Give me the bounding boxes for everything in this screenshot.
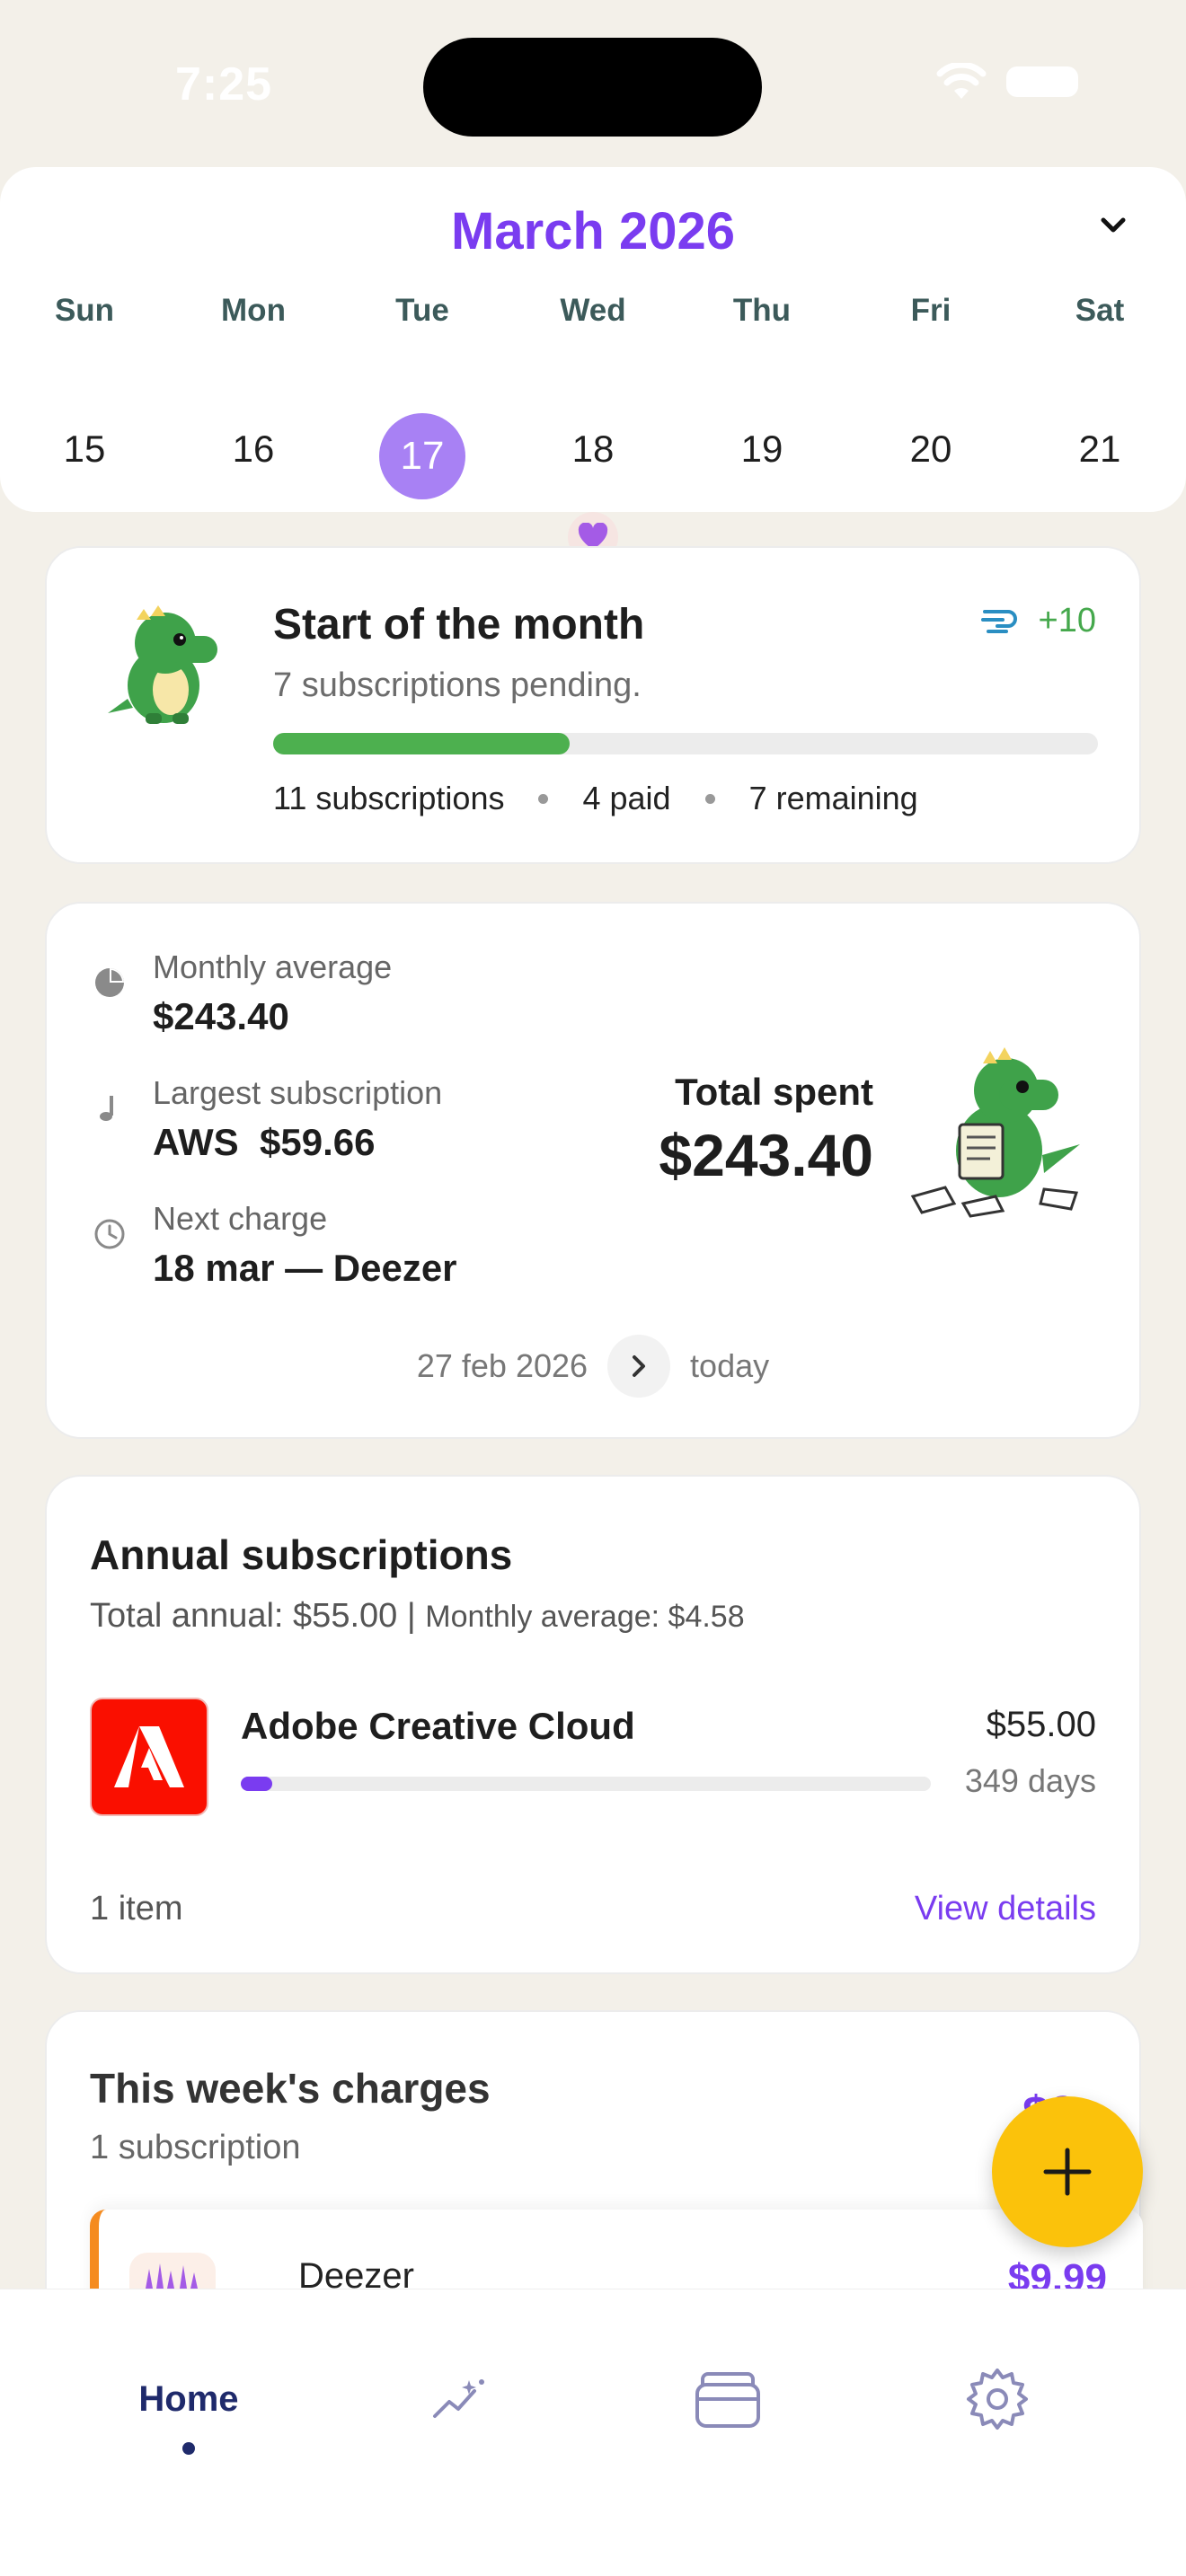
dinosaur-illustration [108,605,217,724]
pie-chart-icon [95,968,124,997]
weekday-sat: Sat [1075,293,1125,328]
subscription-name[interactable]: Adobe Creative Cloud [241,1705,635,1748]
annual-separator: | [406,1597,416,1635]
range-next-button[interactable] [607,1335,671,1398]
spending-summary-card: Monthly average $243.40 Largest subscrip… [45,902,1141,1439]
annual-subscriptions-card: Annual subscriptions Total annual: $55.0… [45,1475,1141,1974]
battery-icon [1006,66,1078,97]
tab-wallet[interactable] [656,2354,800,2444]
day-18[interactable]: 18 [539,428,647,471]
monthly-average-label: Monthly average [153,948,393,985]
week-subtitle: 1 subscription [90,2129,301,2166]
range-end: today [690,1347,770,1384]
weekday-mon: Mon [221,293,286,328]
active-tab-indicator [182,2442,195,2455]
adobe-logo [90,1698,208,1816]
subscription-price: $55.00 [986,1705,1096,1744]
largest-subscription-value: AWS $59.66 [153,1121,376,1163]
dinosaur-reading-illustration [910,1047,1080,1218]
chevron-right-icon [633,1355,646,1377]
annual-title: Annual subscriptions [90,1531,513,1578]
add-subscription-button[interactable] [992,2096,1143,2247]
week-title: This week's charges [90,2065,491,2112]
renewal-progress-bar [241,1777,931,1791]
days-remaining: 349 days [964,1762,1096,1799]
monthly-average-value: $243.40 [153,995,289,1037]
annual-summary: Total annual: $55.00 | Monthly average: … [90,1597,745,1636]
total-spent-value: $243.40 [659,1122,873,1188]
dynamic-island [423,38,762,137]
weekday-fri: Fri [910,293,951,328]
date-range: 27 feb 2026 today [47,1335,1139,1398]
day-17-selected[interactable]: 17 [379,413,465,499]
day-16[interactable]: 16 [199,428,307,471]
range-start: 27 feb 2026 [416,1347,589,1384]
speed-lines-icon [980,609,1017,633]
day-21[interactable]: 21 [1046,428,1154,471]
paid-count: 4 paid [582,780,671,816]
points-badge[interactable]: +10 [980,602,1096,640]
monthly-average-stat: Monthly average $243.40 [92,948,392,1038]
largest-subscription-stat: Largest subscription AWS $59.66 [92,1074,442,1164]
week-calendar: March 2026 Sun Mon Tue Wed Thu Fri Sat 1… [0,167,1186,562]
wallet-icon [695,2372,760,2428]
tab-bar: Home [0,2289,1186,2576]
remaining-count: 7 remaining [748,780,918,816]
progress-bar [273,733,1098,754]
music-note-icon [100,1096,113,1121]
day-20[interactable]: 20 [877,428,985,471]
item-count: 1 item [90,1890,183,1928]
tab-stats[interactable] [386,2354,530,2444]
separator-dot [704,793,715,804]
separator-dot [538,793,549,804]
day-19[interactable]: 19 [708,428,816,471]
app-screen: 7:25 March 2026 Sun Mon Tue Wed Thu Fri … [0,0,1186,2576]
tab-settings[interactable] [925,2354,1069,2444]
clock-icon [94,1219,125,1249]
next-charge-label: Next charge [153,1200,328,1237]
weekday-thu: Thu [732,293,792,328]
month-progress-card: Start of the month 7 subscriptions pendi… [45,546,1141,864]
plus-icon [1043,2148,1092,2196]
progress-subtitle: 7 subscriptions pending. [273,666,642,704]
status-icons [936,63,1078,101]
weekday-tue: Tue [395,293,449,328]
next-charge-stat: Next charge 18 mar — Deezer [92,1200,457,1290]
sparkle-chart-icon [433,2379,484,2418]
gear-icon [967,2369,1028,2430]
view-details-link[interactable]: View details [915,1890,1096,1928]
status-time: 7:25 [175,58,273,110]
adobe-icon [114,1726,184,1787]
month-title[interactable]: March 2026 [0,201,1186,261]
wifi-icon [936,63,987,99]
progress-stats: 11 subscriptions 4 paid 7 remaining [273,780,918,817]
renewal-progress-fill [241,1777,272,1791]
progress-title: Start of the month [273,601,645,648]
largest-subscription-label: Largest subscription [153,1074,443,1111]
chevron-down-icon[interactable] [1098,210,1128,241]
tab-home[interactable]: Home [117,2354,261,2444]
total-subscriptions: 11 subscriptions [273,780,505,816]
total-spent-label: Total spent [675,1071,873,1113]
annual-monthly-average: Monthly average: $4.58 [425,1600,745,1634]
weekday-wed: Wed [560,293,626,328]
points-value: +10 [1038,602,1096,640]
day-15[interactable]: 15 [31,428,138,471]
deezer-bars-icon [146,2263,198,2289]
weekday-sun: Sun [54,293,115,328]
progress-bar-fill [273,733,571,754]
annual-total: Total annual: $55.00 [90,1597,398,1635]
next-charge-value: 18 mar — Deezer [153,1247,457,1289]
